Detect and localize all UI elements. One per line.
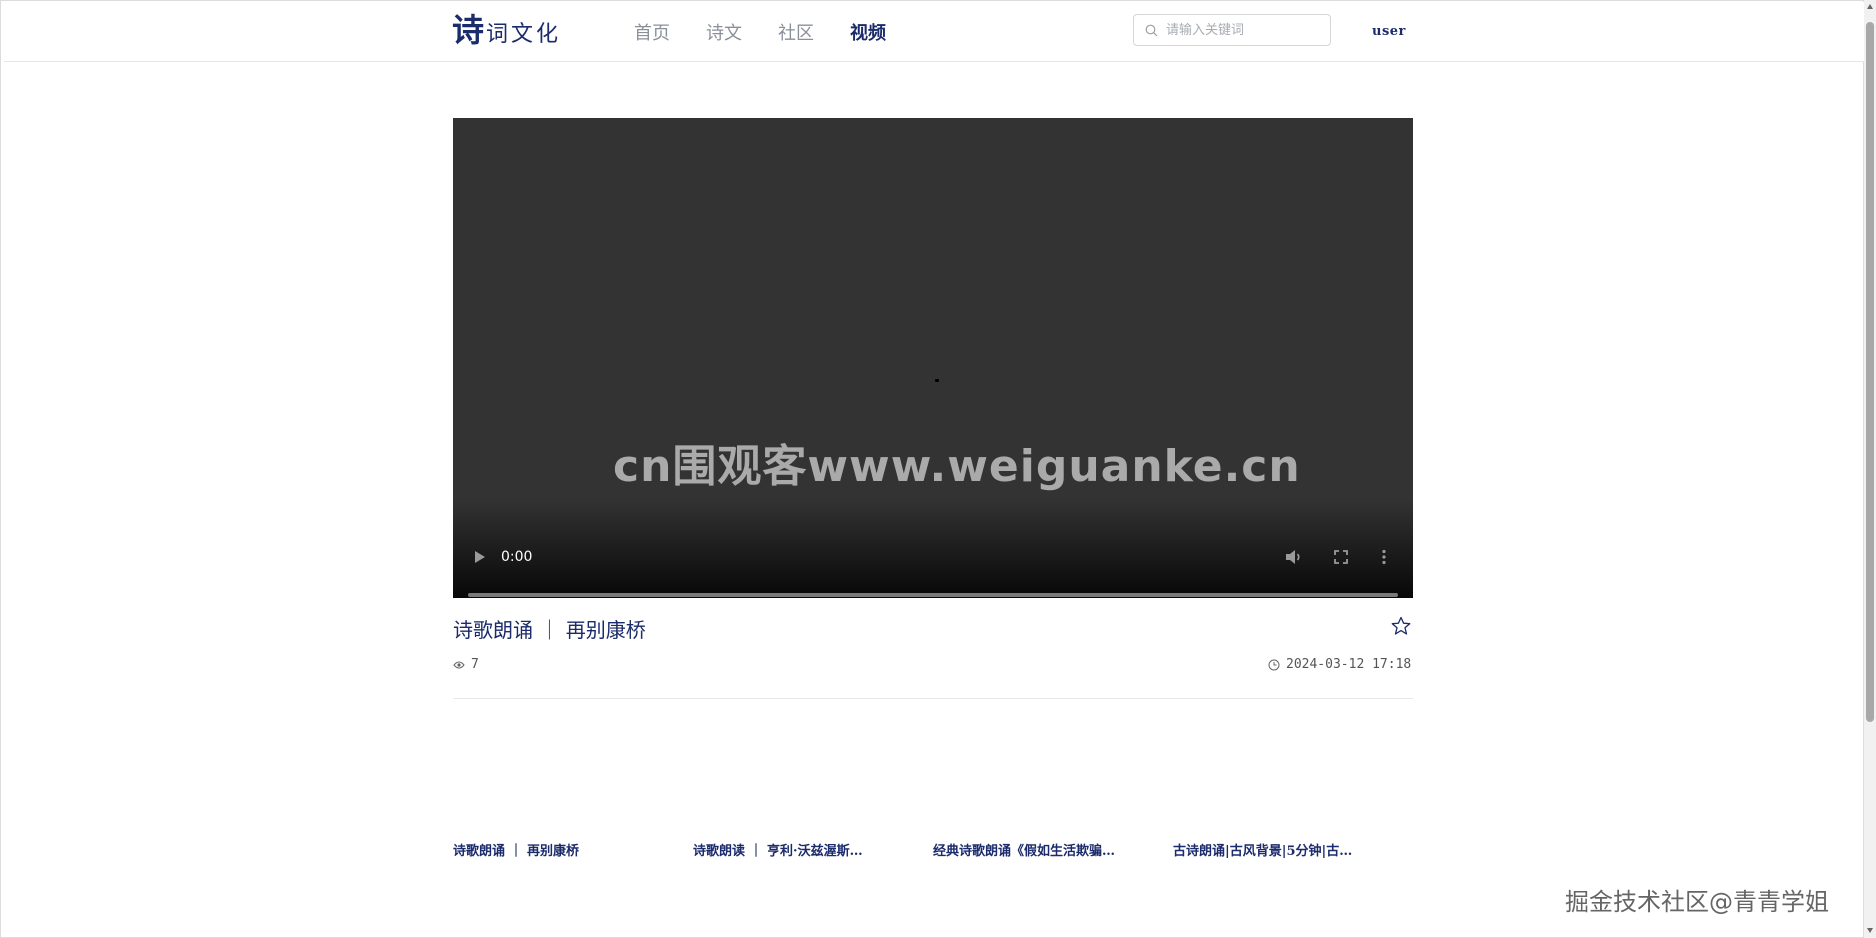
logo-text: 词文化 (486, 22, 562, 47)
play-icon (475, 551, 485, 563)
related-video-title[interactable]: 经典诗歌朗诵《假如生活欺骗… (933, 840, 1173, 859)
related-video-title[interactable]: 古诗朗诵|古风背景|5分钟|古… (1173, 840, 1413, 859)
publish-date-value: 2024-03-12 17:18 (1286, 657, 1412, 672)
scroll-thumb[interactable] (1866, 22, 1874, 722)
volume-button[interactable] (1285, 549, 1303, 569)
fullscreen-icon (1334, 550, 1348, 564)
bottom-watermark: 掘金技术社区@青青学姐 (1565, 888, 1829, 916)
scroll-down-icon[interactable] (1867, 928, 1873, 933)
top-navigation-bar (4, 2, 1864, 62)
search-icon (1145, 24, 1158, 36)
view-count: 7 (453, 657, 479, 672)
video-player[interactable]: 0:00 cn围观客www.weiguanke.cn (453, 118, 1413, 598)
scroll-up-icon[interactable] (1867, 4, 1873, 9)
video-controls: 0:00 (453, 537, 1413, 597)
center-watermark: cn围观客www.weiguanke.cn (613, 441, 1301, 492)
nav-video[interactable]: 视频 (850, 19, 886, 45)
related-videos: 诗歌朗诵 ｜ 再别康桥 诗歌朗读 ｜ 亨利·沃兹渥斯… 经典诗歌朗诵《假如生活欺… (453, 840, 1413, 859)
more-vertical-icon (1382, 549, 1386, 565)
eye-icon (453, 661, 465, 668)
search-input[interactable] (1164, 21, 1318, 39)
user-menu[interactable]: user (1372, 24, 1406, 39)
video-title: 诗歌朗诵 ｜ 再别康桥 (453, 618, 646, 642)
nav-poems[interactable]: 诗文 (706, 19, 742, 45)
video-time: 0:00 (501, 549, 533, 565)
video-progress-bar[interactable] (468, 593, 1398, 597)
search-box (1133, 14, 1331, 46)
star-icon (1391, 616, 1411, 635)
more-options-button[interactable] (1381, 549, 1387, 569)
loading-indicator (935, 379, 939, 382)
clock-icon (1268, 659, 1280, 670)
nav-home[interactable]: 首页 (634, 19, 670, 45)
volume-icon (1286, 550, 1300, 564)
page-scrollbar[interactable] (1864, 0, 1876, 938)
site-logo[interactable]: 诗 词文化 (452, 14, 561, 48)
section-divider (453, 698, 1413, 699)
related-video-title[interactable]: 诗歌朗诵 ｜ 再别康桥 (453, 840, 693, 859)
favorite-button[interactable] (1391, 616, 1411, 640)
publish-date: 2024-03-12 17:18 (1268, 657, 1411, 672)
related-video-title[interactable]: 诗歌朗读 ｜ 亨利·沃兹渥斯… (693, 840, 933, 859)
logo-big-char: 诗 (452, 11, 485, 49)
play-button[interactable] (473, 549, 487, 569)
view-count-value: 7 (471, 657, 479, 672)
main-nav: 首页 诗文 社区 视频 (634, 19, 922, 45)
nav-community[interactable]: 社区 (778, 19, 814, 45)
fullscreen-button[interactable] (1333, 549, 1349, 569)
